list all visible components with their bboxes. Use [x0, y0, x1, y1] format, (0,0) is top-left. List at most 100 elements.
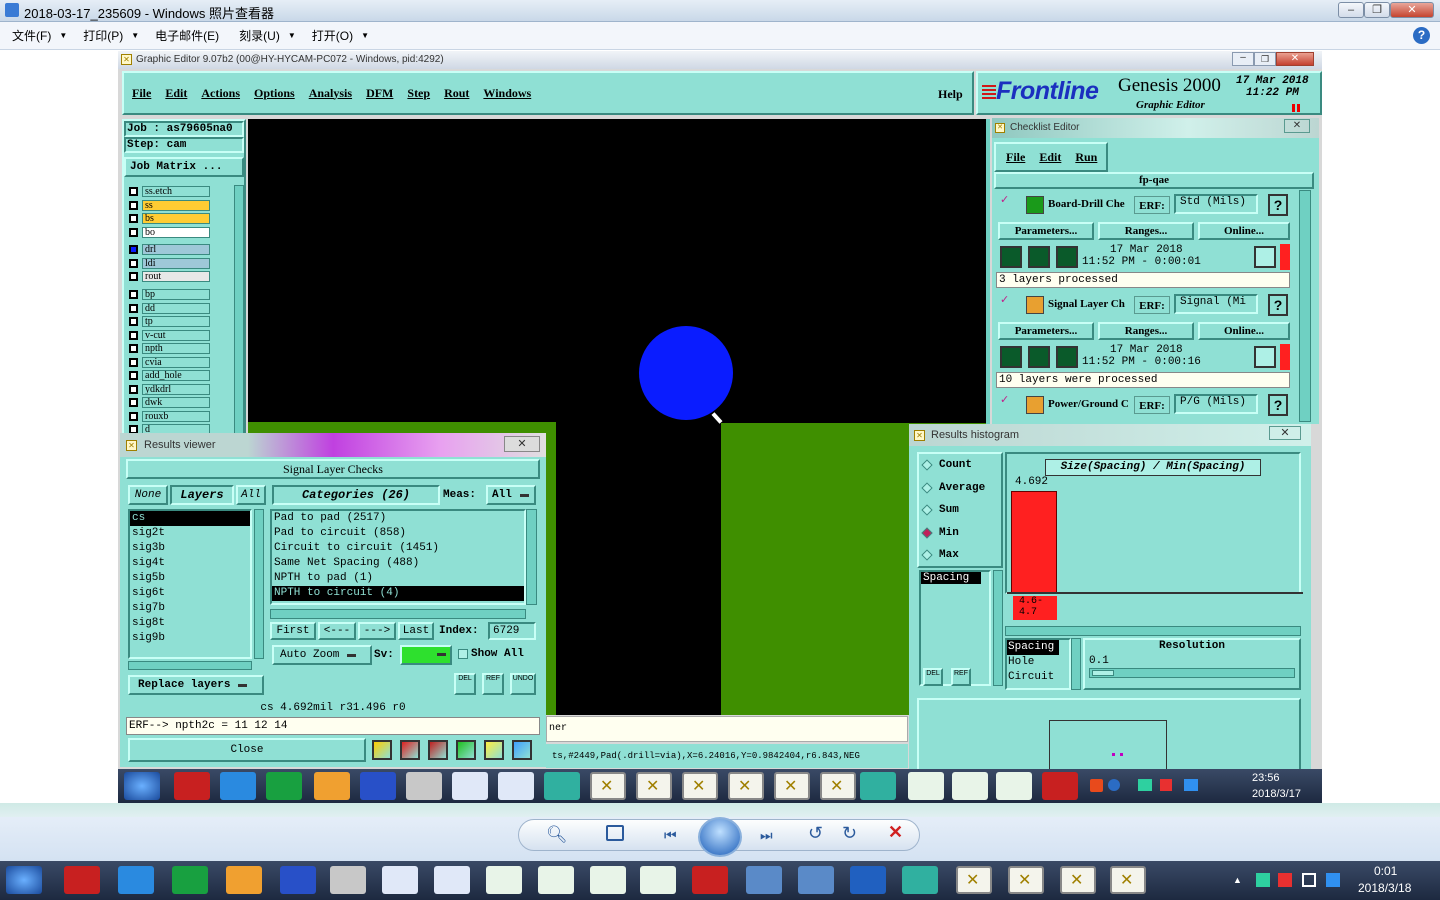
layer-name[interactable]: bp: [142, 289, 210, 301]
layer-checkbox[interactable]: [129, 227, 138, 237]
ranges-button[interactable]: Ranges...: [1098, 222, 1194, 240]
source-list-scrollbar[interactable]: [1071, 638, 1081, 690]
run-action-icon[interactable]: [1028, 346, 1050, 368]
radio-icon[interactable]: [921, 459, 933, 471]
ge-menu-file[interactable]: File: [132, 86, 151, 101]
ge-menu-actions[interactable]: Actions: [201, 86, 240, 101]
run-action-icon[interactable]: [1028, 246, 1050, 268]
previous-icon[interactable]: ⏮: [664, 827, 677, 844]
start-orb-icon[interactable]: [124, 772, 160, 800]
radio-icon[interactable]: [921, 504, 933, 516]
checklist-close-button[interactable]: ✕: [1284, 119, 1310, 133]
word-doc-icon[interactable]: [434, 866, 470, 894]
pdf-app-icon[interactable]: [1042, 772, 1078, 800]
layer-row[interactable]: add_hole: [124, 369, 210, 383]
ge-menu-step[interactable]: Step: [407, 86, 430, 101]
next-button[interactable]: --->: [358, 622, 396, 640]
picture-app-icon[interactable]: [798, 866, 834, 894]
result-tool-icon[interactable]: [512, 740, 532, 760]
category-list[interactable]: Pad to pad (2517) Pad to circuit (858) Cir…: [270, 509, 526, 605]
run-action-icon[interactable]: [1000, 246, 1022, 268]
radio-selected-icon[interactable]: [921, 527, 933, 539]
results-viewer-close-button[interactable]: ✕: [504, 436, 540, 452]
magnify-icon[interactable]: [1254, 246, 1276, 268]
layer-checkbox[interactable]: [129, 384, 138, 394]
ge-maximize-button[interactable]: ❐: [1254, 52, 1276, 66]
layer-row[interactable]: rout: [124, 270, 210, 284]
layer-row[interactable]: bo: [124, 226, 210, 240]
parameters-button[interactable]: Parameters...: [998, 322, 1094, 340]
meas-dropdown[interactable]: All: [486, 485, 536, 505]
layer-checkbox[interactable]: [129, 245, 138, 255]
source-item[interactable]: Spacing: [1007, 640, 1059, 655]
layer-name[interactable]: rouxb: [142, 410, 210, 422]
result-layer-item[interactable]: sig4t: [130, 556, 250, 571]
result-layer-item[interactable]: cs: [130, 511, 250, 526]
prev-button[interactable]: <---: [318, 622, 356, 640]
excel-doc-icon[interactable]: [538, 866, 574, 894]
floppy-save-icon[interactable]: [280, 866, 316, 894]
ck-menu-run[interactable]: Run: [1075, 150, 1097, 165]
none-button[interactable]: None: [128, 485, 168, 505]
rotate-ccw-icon[interactable]: ↺: [808, 823, 823, 844]
tray-up-arrow-icon[interactable]: ▲: [1233, 875, 1242, 885]
action-help-button[interactable]: ?: [1268, 194, 1288, 216]
layer-name[interactable]: npth: [142, 343, 210, 355]
mode-option[interactable]: Min: [919, 522, 1001, 545]
action-checkmark-icon[interactable]: ✓: [1000, 395, 1010, 406]
result-layer-item[interactable]: sig5b: [130, 571, 250, 586]
menu-burn[interactable]: 刻录(U): [239, 27, 280, 44]
excel-doc-icon[interactable]: [952, 772, 988, 800]
layer-checkbox[interactable]: [129, 272, 138, 282]
shell-app-icon[interactable]: [226, 866, 262, 894]
erf-value[interactable]: Std (Mils): [1174, 194, 1258, 214]
action-checkmark-icon[interactable]: ✓: [1000, 295, 1010, 306]
layer-checkbox[interactable]: [129, 258, 138, 268]
layer-row[interactable]: drl: [124, 243, 210, 257]
scanner-app-icon[interactable]: [330, 866, 366, 894]
action-help-button[interactable]: ?: [1268, 294, 1288, 316]
resolution-slider-thumb[interactable]: [1092, 670, 1114, 676]
category-item[interactable]: Circuit to circuit (1451): [272, 541, 524, 556]
layer-row[interactable]: ydkdrl: [124, 383, 210, 397]
result-tool-icon[interactable]: [484, 740, 504, 760]
result-tool-icon[interactable]: [428, 740, 448, 760]
quantity-list-scrollbar[interactable]: [993, 570, 1003, 686]
layer-checkbox[interactable]: [129, 411, 138, 421]
run-action-icon[interactable]: [1000, 346, 1022, 368]
layer-checkbox[interactable]: [129, 214, 138, 224]
slideshow-button[interactable]: [698, 817, 742, 857]
layer-row[interactable]: npth: [124, 342, 210, 356]
pdf-app-icon[interactable]: [692, 866, 728, 894]
layer-name[interactable]: rout: [142, 271, 210, 283]
layer-name[interactable]: ss.etch: [142, 186, 210, 198]
layer-list-scrollbar-v[interactable]: [254, 509, 264, 659]
ref-button[interactable]: REF: [482, 673, 504, 695]
ge-menu-dfm[interactable]: DFM: [366, 86, 393, 101]
layer-name[interactable]: cvia: [142, 356, 210, 368]
parameters-button[interactable]: Parameters...: [998, 222, 1094, 240]
fit-window-icon[interactable]: [606, 825, 624, 841]
excel-doc-icon[interactable]: [640, 866, 676, 894]
layer-name[interactable]: add_hole: [142, 370, 210, 382]
layer-checkbox[interactable]: [129, 200, 138, 210]
quantity-selected[interactable]: Spacing: [921, 572, 981, 584]
first-button[interactable]: First: [270, 622, 316, 640]
ck-menu-file[interactable]: File: [1006, 150, 1025, 165]
result-layer-item[interactable]: sig7b: [130, 601, 250, 616]
x-window-icon[interactable]: [682, 772, 718, 800]
genesis-app-icon[interactable]: [902, 866, 938, 894]
layer-row[interactable]: v-cut: [124, 329, 210, 343]
radio-icon[interactable]: [921, 549, 933, 561]
source-item[interactable]: Hole: [1007, 655, 1069, 670]
layer-list-scrollbar-h[interactable]: [128, 661, 252, 670]
delete-icon[interactable]: ✕: [888, 822, 903, 843]
layer-row[interactable]: dd: [124, 302, 210, 316]
excel-doc-icon[interactable]: [996, 772, 1032, 800]
action-name[interactable]: Signal Layer Ch: [1048, 298, 1134, 310]
frontline-app-icon[interactable]: [172, 866, 208, 894]
excel-doc-icon[interactable]: [908, 772, 944, 800]
x-window-icon[interactable]: [636, 772, 672, 800]
maximize-button[interactable]: ❐: [1364, 2, 1390, 18]
floppy-save-icon[interactable]: [360, 772, 396, 800]
